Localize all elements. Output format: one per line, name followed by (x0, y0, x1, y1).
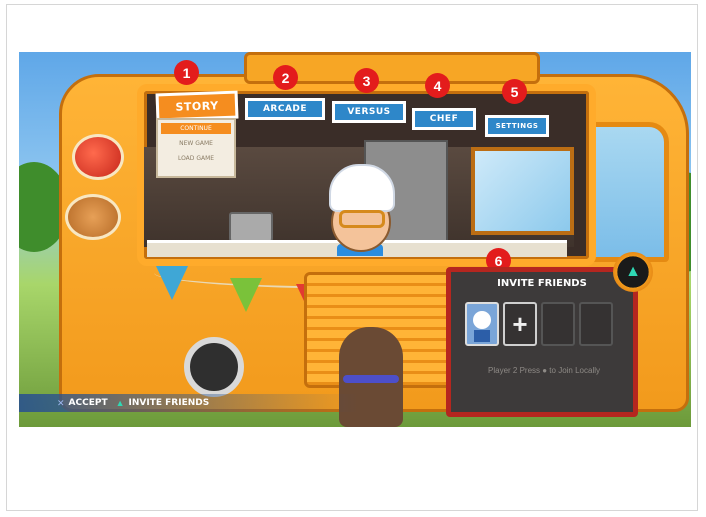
annotation-badge-2: 2 (273, 65, 298, 90)
avatar-icon (473, 311, 491, 342)
menu-item-load-game[interactable]: LOAD GAME (161, 153, 231, 164)
invite-friends-panel: INVITE FRIENDS + Player 2 Press ● to Joi… (446, 267, 638, 417)
pie-decal-icon (65, 194, 121, 240)
invite-panel-title: INVITE FRIENDS (497, 278, 587, 289)
join-locally-note: Player 2 Press ● to Join Locally (488, 366, 600, 375)
annotation-badge-5: 5 (502, 79, 527, 104)
menu-item-continue[interactable]: CONTINUE (161, 123, 231, 134)
chef-glasses (339, 210, 385, 228)
tab-chef[interactable]: CHEF (412, 108, 476, 130)
triangle-button-icon[interactable]: ▲ (613, 252, 653, 292)
annotation-badge-1: 1 (174, 60, 199, 85)
kitchen-window (471, 147, 574, 235)
truck-wheel (184, 337, 244, 397)
annotation-badge-4: 4 (425, 73, 450, 98)
game-scene: STORY CONTINUE NEW GAME LOAD GAME ARCADE… (19, 52, 691, 427)
accept-prompt[interactable]: ACCEPT (69, 398, 108, 408)
bunting-flag (230, 278, 262, 312)
tab-story[interactable]: STORY (155, 90, 239, 122)
triangle-button-icon: ▲ (115, 398, 125, 408)
dog-collar (343, 375, 399, 383)
add-player-slot[interactable]: + (503, 302, 537, 346)
bunting-flag (156, 266, 188, 300)
invite-friends-prompt[interactable]: INVITE FRIENDS (129, 398, 210, 408)
chef-hat (329, 164, 395, 212)
cross-button-icon: ✕ (57, 397, 65, 408)
empty-player-slot (579, 302, 613, 346)
story-dropdown: CONTINUE NEW GAME LOAD GAME (156, 118, 236, 178)
tomato-decal-icon (72, 134, 124, 180)
player-1-avatar-slot (465, 302, 499, 346)
tab-arcade[interactable]: ARCADE (245, 98, 325, 120)
annotation-badge-3: 3 (354, 68, 379, 93)
menu-item-new-game[interactable]: NEW GAME (161, 138, 231, 149)
tab-settings[interactable]: SETTINGS (485, 115, 549, 137)
tab-versus[interactable]: VERSUS (332, 101, 406, 123)
empty-player-slot (541, 302, 575, 346)
button-prompt-bar: ✕ ACCEPT ▲ INVITE FRIENDS (19, 394, 359, 412)
